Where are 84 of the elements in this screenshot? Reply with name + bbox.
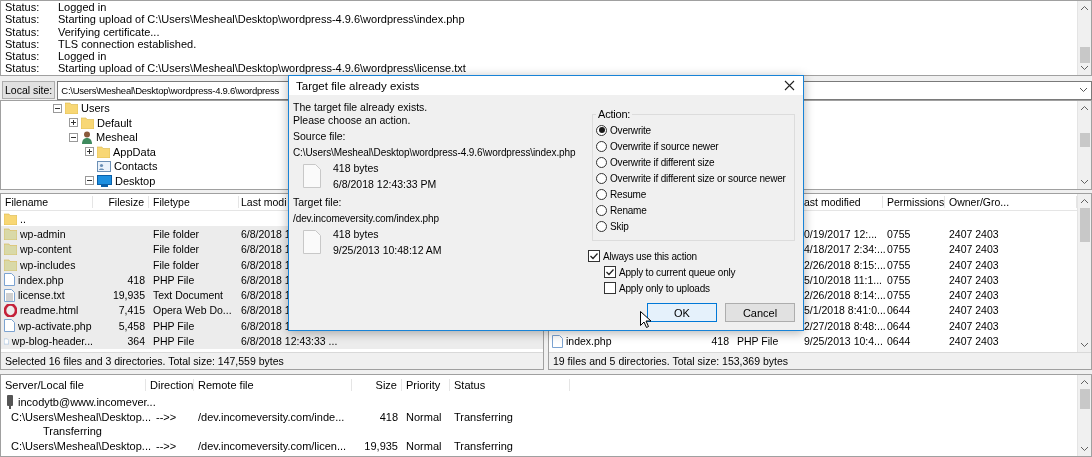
file-name: wp-admin	[20, 227, 66, 240]
log-message: Logged in	[58, 50, 107, 63]
dialog-message: The target file already exists. Please choose an action.	[293, 101, 429, 126]
file-size: 7,415	[117, 304, 146, 317]
file-name: wp-activate.php	[18, 319, 92, 332]
file-date: 9/25/2013 10:4...	[803, 335, 884, 347]
transfer-status-text: Transferring	[43, 425, 102, 438]
file-owner: 2407 2403	[948, 258, 1000, 271]
transfer-status: Transferring	[453, 439, 514, 452]
local-file: C:\Users\Mesheal\Desktop...	[11, 410, 151, 423]
log-label: Status:	[5, 37, 41, 51]
file-name: readme.html	[20, 304, 79, 317]
file-name: wp-blog-header...	[11, 335, 93, 347]
file-size: 5,458	[117, 319, 146, 332]
remote-status: 19 files and 5 directories. Total size: 153,369 bytes	[549, 352, 1091, 369]
file-owner: 2407 2403	[948, 289, 1000, 302]
log-label: Status:	[5, 1, 41, 14]
group-label: Action:	[597, 108, 632, 120]
log-message: Logged in	[58, 1, 107, 14]
server-name: incodytb@www.incomever...	[18, 396, 156, 409]
file-size: 19,935	[111, 289, 146, 302]
priority: Normal	[405, 410, 443, 423]
file-type: PHP File	[152, 273, 196, 286]
file-label: Target file:	[293, 196, 343, 209]
file-size: 418 bytes	[333, 228, 380, 240]
local-file: C:\Users\Mesheal\Desktop...	[11, 439, 151, 452]
log-message: Starting upload of C:\Users\Mesheal\Desktop\wordpress-4.9.6\wordpress\index.php	[58, 13, 465, 26]
local-site-label: Local site:	[2, 81, 56, 99]
file-type: PHP File	[152, 319, 196, 332]
file-owner: 2407 2403	[948, 319, 1000, 332]
file-type: File folder	[152, 243, 201, 256]
priority: Normal	[405, 439, 443, 452]
remote-file: /dev.incomeversity.com/inde...	[197, 410, 346, 423]
file-name: license.txt	[18, 289, 65, 302]
file-date: 2/26/2018 8:14:...	[803, 289, 887, 302]
file-type: Text Document	[152, 289, 225, 302]
file-size: 364	[126, 335, 146, 347]
file-date: 5/1/2018 8:41:0...	[803, 304, 887, 317]
file-date: 2/26/2018 8:15:...	[803, 258, 887, 271]
file-date: 4/18/2017 2:34:...	[803, 243, 887, 256]
remote-file: /dev.incomeversity.com/licen...	[197, 439, 348, 452]
file-permissions: 0644	[886, 335, 912, 347]
transfer-status: Transferring	[453, 410, 514, 423]
log-label: Status:	[5, 25, 41, 38]
file-permissions: 0644	[886, 304, 912, 317]
file-size: 418	[378, 410, 399, 423]
file-size: 418 bytes	[333, 162, 380, 174]
file-name: index.php	[566, 335, 612, 347]
file-date: 0/19/2017 12:...	[803, 227, 878, 240]
file-type: File folder	[152, 227, 201, 240]
file-type: PHP File	[736, 335, 780, 347]
log-message: Starting upload of C:\Users\Mesheal\Desktop\wordpress-4.9.6\wordpress\license.txt	[58, 62, 466, 75]
file-size: 418	[126, 273, 146, 286]
file-permissions: 0755	[886, 227, 912, 240]
file-label: Source file:	[293, 130, 347, 143]
file-size: 418	[710, 335, 730, 347]
log-message: Verifying certificate...	[58, 25, 160, 38]
file-size: 19,935	[363, 439, 399, 452]
local-status: Selected 16 files and 3 directories. Total size: 147,559 bytes	[1, 352, 543, 369]
file-type: PHP File	[152, 335, 196, 347]
file-path: /dev.incomeversity.com/index.php	[293, 212, 440, 225]
file-path: C:\Users\Mesheal\Desktop\wordpress-4.9.6\wordpress\index.php	[293, 146, 577, 159]
dialog-title: Target file already exists	[296, 79, 420, 92]
file-owner: 2407 2403	[948, 304, 1000, 317]
file-type: Opera Web Do...	[152, 304, 233, 317]
file-owner: 2407 2403	[948, 273, 1000, 286]
log-message: TLS connection established.	[58, 37, 197, 51]
file-owner: 2407 2403	[948, 243, 1000, 256]
file-type: File folder	[152, 258, 201, 271]
file-name: ..	[20, 212, 26, 225]
file-name: wp-content	[20, 243, 72, 256]
file-name: wp-includes	[20, 258, 76, 271]
file-date: 2/27/2018 8:48:...	[803, 319, 887, 332]
file-owner: 2407 2403	[948, 227, 1000, 240]
log-label: Status:	[5, 50, 41, 63]
file-date: 6/8/2018 12:43:33 ...	[240, 335, 339, 347]
log-label: Status:	[5, 13, 41, 26]
log-label: Status:	[5, 62, 41, 75]
file-name: index.php	[18, 273, 64, 286]
file-owner: 2407 2403	[948, 335, 1000, 347]
file-permissions: 0755	[886, 273, 912, 286]
file-date: 9/25/2013 10:48:12 AM	[333, 244, 442, 256]
file-date: 5/10/2018 11:1...	[803, 273, 884, 286]
file-date: 6/8/2018 12:43:33 PM	[333, 178, 437, 190]
